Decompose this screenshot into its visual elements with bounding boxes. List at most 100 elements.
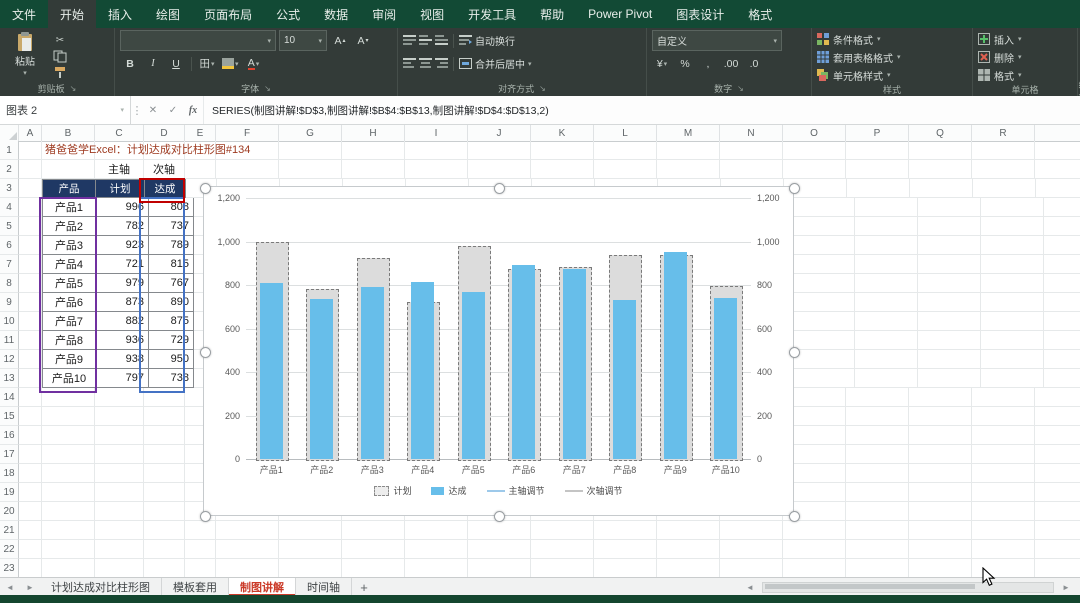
column-header-G[interactable]: G: [279, 125, 342, 142]
cell-R14[interactable]: [972, 388, 1035, 407]
row-header-9[interactable]: 9: [0, 293, 19, 312]
column-header-R[interactable]: R: [972, 125, 1035, 142]
sheet-nav-next-icon[interactable]: ►: [20, 578, 40, 596]
bar-achieve-产品8[interactable]: [613, 300, 637, 459]
cell-X10[interactable]: [1044, 312, 1080, 331]
cell-P8[interactable]: [855, 274, 918, 293]
cell-C11[interactable]: 936: [96, 331, 149, 350]
cell-G1[interactable]: [279, 141, 342, 160]
cell-C23[interactable]: [95, 559, 144, 578]
cell-B22[interactable]: [42, 540, 95, 559]
cell-M22[interactable]: [657, 540, 720, 559]
cell-Q5[interactable]: [918, 217, 981, 236]
cell-I1[interactable]: [405, 141, 468, 160]
cell-A12[interactable]: [19, 350, 42, 369]
column-header-L[interactable]: L: [594, 125, 657, 142]
column-header-extra[interactable]: [1035, 125, 1080, 142]
cell-D2[interactable]: 次轴: [144, 160, 185, 179]
row-header-16[interactable]: 16: [0, 426, 19, 445]
cell-D11[interactable]: 729: [149, 331, 194, 350]
fill-color-button[interactable]: ▾: [220, 55, 241, 73]
cell-R10[interactable]: [981, 312, 1044, 331]
cell-B2[interactable]: [42, 160, 95, 179]
cell-R11[interactable]: [981, 331, 1044, 350]
scroll-right-icon[interactable]: ►: [1056, 583, 1076, 592]
chart-selection-handle[interactable]: [788, 346, 800, 358]
cell-R21[interactable]: [972, 521, 1035, 540]
row-header-19[interactable]: 19: [0, 483, 19, 502]
cell-B5[interactable]: 产品2: [42, 217, 96, 236]
cell-R7[interactable]: [981, 255, 1044, 274]
column-header-M[interactable]: M: [657, 125, 720, 142]
cell-X17[interactable]: [1035, 445, 1080, 464]
font-size-combo[interactable]: 10 ▾: [279, 30, 327, 51]
cell-X12[interactable]: [1044, 350, 1080, 369]
cell-B12[interactable]: 产品9: [42, 350, 96, 369]
cell-D18[interactable]: [144, 464, 185, 483]
cell-X7[interactable]: [1044, 255, 1080, 274]
cell-A16[interactable]: [19, 426, 42, 445]
ribbon-tab-视图[interactable]: 视图: [408, 0, 456, 28]
cell-A17[interactable]: [19, 445, 42, 464]
cell-D14[interactable]: [144, 388, 185, 407]
cell-X14[interactable]: [1035, 388, 1080, 407]
cell-Q12[interactable]: [918, 350, 981, 369]
cell-N23[interactable]: [720, 559, 783, 578]
ribbon-tab-数据[interactable]: 数据: [312, 0, 360, 28]
chart-selection-handle[interactable]: [788, 182, 800, 194]
cell-P11[interactable]: [855, 331, 918, 350]
alignment-dialog-launcher-icon[interactable]: ↘: [539, 84, 546, 93]
clipboard-dialog-launcher-icon[interactable]: ↘: [70, 84, 77, 93]
cell-C20[interactable]: [95, 502, 144, 521]
cell-C16[interactable]: [95, 426, 144, 445]
cell-D4[interactable]: 808: [149, 198, 194, 217]
cell-C15[interactable]: [95, 407, 144, 426]
cell-B4[interactable]: 产品1: [42, 198, 96, 217]
cell-R2[interactable]: [972, 160, 1035, 179]
cell-P4[interactable]: [855, 198, 918, 217]
cell-L21[interactable]: [594, 521, 657, 540]
align-middle-icon[interactable]: [419, 35, 432, 46]
cell-X5[interactable]: [1044, 217, 1080, 236]
cell-N2[interactable]: [720, 160, 783, 179]
cell-A15[interactable]: [19, 407, 42, 426]
cell-G2[interactable]: [279, 160, 342, 179]
ribbon-tab-开始[interactable]: 开始: [48, 0, 97, 28]
cell-B7[interactable]: 产品4: [42, 255, 96, 274]
cell-O1[interactable]: [783, 141, 846, 160]
cell-Q14[interactable]: [909, 388, 972, 407]
cell-D5[interactable]: 737: [149, 217, 194, 236]
cell-P19[interactable]: [846, 483, 909, 502]
cell-E21[interactable]: [185, 521, 216, 540]
ribbon-tab-插入[interactable]: 插入: [96, 0, 144, 28]
cell-F21[interactable]: [216, 521, 279, 540]
cell-R6[interactable]: [981, 236, 1044, 255]
chart-selection-handle[interactable]: [494, 510, 505, 522]
cell-P12[interactable]: [855, 350, 918, 369]
cell-E22[interactable]: [185, 540, 216, 559]
cell-Q3[interactable]: [910, 179, 973, 198]
cell-X8[interactable]: [1044, 274, 1080, 293]
bar-achieve-产品5[interactable]: [461, 292, 485, 459]
scrollbar-thumb[interactable]: [765, 583, 975, 589]
bar-achieve-产品2[interactable]: [310, 298, 334, 459]
cell-B8[interactable]: 产品5: [42, 274, 96, 293]
cell-D21[interactable]: [144, 521, 185, 540]
cell-H22[interactable]: [342, 540, 405, 559]
ribbon-tab-帮助[interactable]: 帮助: [528, 0, 576, 28]
cell-O23[interactable]: [783, 559, 846, 578]
legend-item-主轴调节[interactable]: 主轴调节: [486, 484, 545, 497]
column-header-P[interactable]: P: [846, 125, 909, 142]
cell-C14[interactable]: [95, 388, 144, 407]
cell-O13[interactable]: [792, 369, 855, 388]
cell-R19[interactable]: [972, 483, 1035, 502]
cell-A1[interactable]: [19, 141, 42, 160]
cell-R4[interactable]: [981, 198, 1044, 217]
cell-H23[interactable]: [342, 559, 405, 578]
cell-Q9[interactable]: [918, 293, 981, 312]
cell-X21[interactable]: [1035, 521, 1080, 540]
cell-R18[interactable]: [972, 464, 1035, 483]
horizontal-scrollbar[interactable]: ◄ ►: [740, 578, 1080, 596]
cell-X15[interactable]: [1035, 407, 1080, 426]
cell-Q23[interactable]: [909, 559, 972, 578]
